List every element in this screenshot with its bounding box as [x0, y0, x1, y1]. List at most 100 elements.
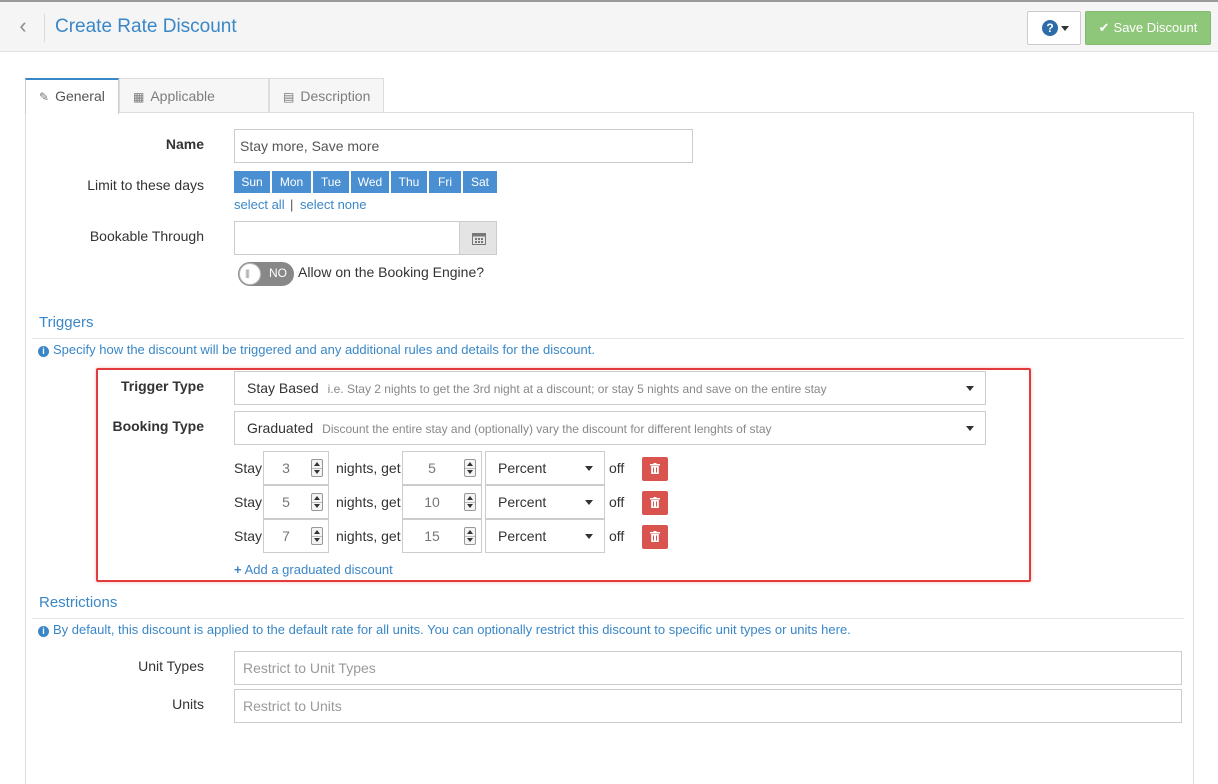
select-none-link[interactable]: select none — [300, 197, 367, 212]
day-sat[interactable]: Sat — [463, 171, 497, 193]
select-all-link[interactable]: select all — [234, 197, 285, 212]
unit-select[interactable]: Percent — [485, 519, 605, 553]
delete-row-button[interactable] — [642, 491, 668, 515]
stepper-arrows-icon[interactable] — [464, 459, 476, 477]
name-input[interactable]: Stay more, Save more — [234, 129, 693, 163]
unit-value: Percent — [498, 460, 547, 476]
day-wed[interactable]: Wed — [351, 171, 389, 193]
grip-icon: ||| — [245, 268, 250, 278]
nights-stepper[interactable]: 5 — [263, 485, 329, 519]
stepper-arrows-icon[interactable] — [311, 459, 323, 477]
stay-label: Stay — [234, 494, 263, 510]
tab-description-label: Description — [300, 88, 371, 104]
stepper-arrows-icon[interactable] — [311, 493, 323, 511]
toggle-state: NO — [269, 266, 287, 280]
nights-stepper[interactable]: 3 — [263, 451, 329, 485]
tab-general-label: General — [55, 88, 105, 104]
nights-stepper[interactable]: 7 — [263, 519, 329, 553]
day-mon[interactable]: Mon — [272, 171, 311, 193]
triggers-info: i Specify how the discount will be trigge… — [38, 342, 595, 357]
bookable-through-input[interactable] — [234, 221, 460, 255]
day-fri[interactable]: Fri — [429, 171, 461, 193]
caret-down-icon — [585, 500, 593, 505]
stay-label: Stay — [234, 528, 263, 544]
trash-icon — [650, 531, 660, 542]
delete-row-button[interactable] — [642, 457, 668, 481]
trigger-type-select[interactable]: Stay Based i.e. Stay 2 nights to get the … — [234, 371, 986, 405]
document-icon: ▤ — [283, 90, 295, 104]
save-discount-label: Save Discount — [1113, 20, 1198, 35]
days-label: Limit to these days — [87, 177, 204, 193]
tab-general[interactable]: ✎ General — [25, 78, 119, 114]
caret-down-icon — [585, 534, 593, 539]
triggers-info-text: Specify how the discount will be trigger… — [53, 342, 595, 357]
caret-down-icon — [1061, 26, 1069, 31]
stepper-arrows-icon[interactable] — [464, 493, 476, 511]
amount-value: 15 — [424, 528, 440, 544]
link-separator: | — [290, 197, 294, 212]
nights-get-label: nights, get — [336, 494, 401, 510]
triggers-title: Triggers — [39, 314, 94, 331]
nights-value: 7 — [282, 528, 290, 544]
divider — [44, 14, 45, 42]
trash-icon — [650, 463, 660, 474]
booking-type-value: Graduated — [247, 420, 314, 436]
unit-select[interactable]: Percent — [485, 451, 605, 485]
trigger-type-hint: i.e. Stay 2 nights to get the 3rd night … — [327, 382, 827, 396]
calendar-button[interactable] — [459, 221, 497, 255]
nights-get-label: nights, get — [336, 528, 401, 544]
back-chevron-icon[interactable]: ‹ — [10, 14, 36, 40]
page-title: Create Rate Discount — [55, 16, 237, 37]
unit-select[interactable]: Percent — [485, 485, 605, 519]
units-label: Units — [172, 696, 204, 712]
name-label: Name — [165, 136, 204, 152]
booking-type-select[interactable]: Graduated Discount the entire stay and (o… — [234, 411, 986, 445]
add-graduated-discount-link[interactable]: + Add a graduated discount — [234, 562, 393, 577]
delete-row-button[interactable] — [642, 525, 668, 549]
toggle-knob: ||| — [239, 263, 261, 285]
save-discount-button[interactable]: ✔ Save Discount — [1085, 11, 1211, 45]
off-label: off — [609, 494, 625, 510]
question-circle-icon: ? — [1042, 20, 1058, 36]
stepper-arrows-icon[interactable] — [311, 527, 323, 545]
caret-down-icon — [966, 386, 974, 391]
bookable-through-label: Bookable Through — [89, 228, 204, 244]
booking-engine-toggle[interactable]: ||| NO — [238, 262, 294, 286]
calendar-icon: ▦ — [133, 90, 145, 104]
booking-type-hint: Discount the entire stay and (optionally… — [322, 422, 772, 436]
nights-value: 3 — [282, 460, 290, 476]
caret-down-icon — [585, 466, 593, 471]
info-icon: i — [38, 346, 49, 357]
booking-type-label: Booking Type — [112, 418, 204, 434]
check-icon: ✔ — [1098, 20, 1110, 35]
caret-down-icon — [966, 426, 974, 431]
help-dropdown-button[interactable]: ? — [1027, 11, 1081, 45]
stepper-arrows-icon[interactable] — [464, 527, 476, 545]
unit-types-label: Unit Types — [138, 658, 204, 674]
day-tue[interactable]: Tue — [313, 171, 349, 193]
off-label: off — [609, 460, 625, 476]
day-sun[interactable]: Sun — [234, 171, 270, 193]
trash-icon — [650, 497, 660, 508]
restrictions-info: i By default, this discount is applied to… — [38, 622, 851, 637]
amount-stepper[interactable]: 10 — [402, 485, 482, 519]
booking-engine-label: Allow on the Booking Engine? — [298, 264, 485, 280]
plus-icon: + — [234, 562, 242, 577]
unit-value: Percent — [498, 494, 547, 510]
amount-stepper[interactable]: 15 — [402, 519, 482, 553]
amount-stepper[interactable]: 5 — [402, 451, 482, 485]
tab-description[interactable]: ▤ Description — [269, 78, 384, 113]
triggers-divider — [32, 338, 1184, 339]
units-input[interactable]: Restrict to Units — [234, 689, 1182, 723]
add-graduated-discount-label: Add a graduated discount — [244, 562, 393, 577]
restrictions-title: Restrictions — [39, 594, 118, 611]
tab-applicable-nights[interactable]: ▦Applicable Nights — [119, 78, 269, 139]
amount-value: 10 — [424, 494, 440, 510]
trigger-type-value: Stay Based — [247, 380, 319, 396]
day-thu[interactable]: Thu — [391, 171, 427, 193]
off-label: off — [609, 528, 625, 544]
trigger-type-label: Trigger Type — [121, 378, 204, 394]
nights-get-label: nights, get — [336, 460, 401, 476]
unit-types-input[interactable]: Restrict to Unit Types — [234, 651, 1182, 685]
restrictions-info-text: By default, this discount is applied to … — [53, 622, 851, 637]
